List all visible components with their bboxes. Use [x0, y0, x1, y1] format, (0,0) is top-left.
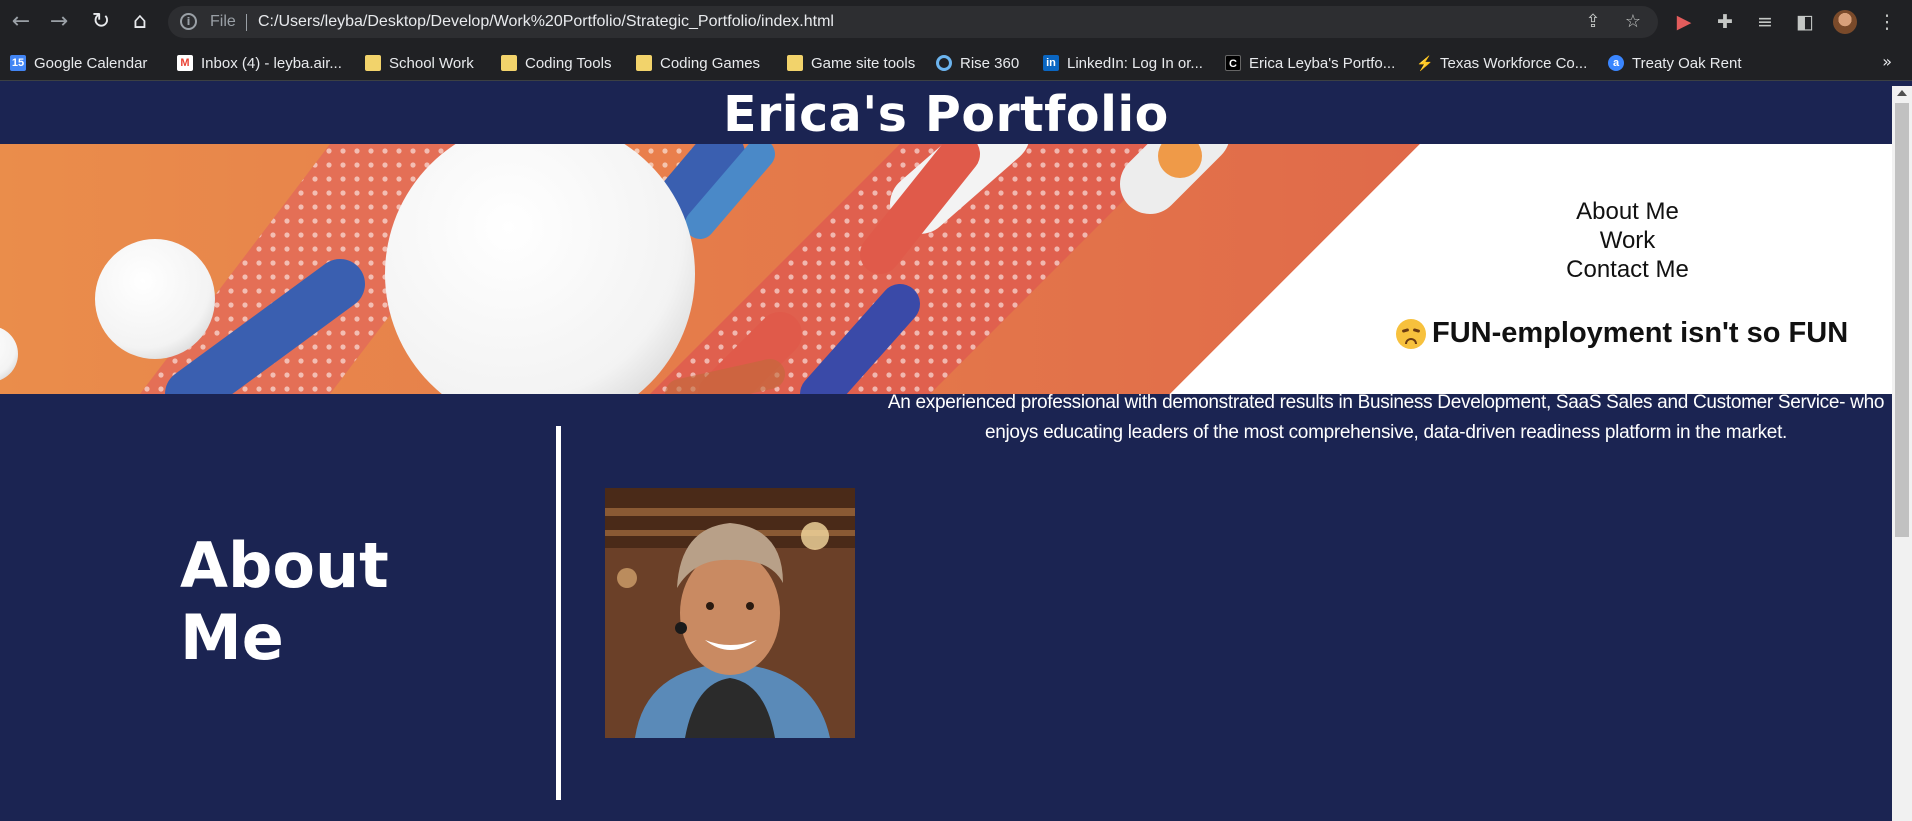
main-nav: About Me Work Contact Me: [1520, 197, 1735, 284]
bookmark-star-icon[interactable]: ☆: [1622, 11, 1644, 33]
home-icon[interactable]: ⌂: [127, 9, 153, 35]
nav-work[interactable]: Work: [1520, 226, 1735, 255]
scrollbar-thumb[interactable]: [1895, 103, 1909, 537]
reload-icon[interactable]: ↻: [88, 9, 114, 35]
bookmark-label: LinkedIn: Log In or...: [1067, 54, 1203, 72]
bookmarks-bar: 15 Google Calendar M Inbox (4) - leyba.a…: [0, 44, 1912, 81]
bookmark-texas-workforce[interactable]: ⚡ Texas Workforce Co...: [1416, 53, 1587, 73]
side-panel-icon[interactable]: ◧: [1792, 9, 1818, 35]
info-icon[interactable]: i: [180, 13, 197, 30]
about-bio: An experienced professional with demonst…: [887, 392, 1885, 443]
bookmark-treaty-oak[interactable]: a Treaty Oak Rent: [1608, 53, 1741, 73]
codepen-icon: C: [1225, 55, 1241, 71]
profile-photo-image: [605, 488, 855, 738]
address-bar[interactable]: i File C:/Users/leyba/Desktop/Develop/Wo…: [168, 6, 1658, 38]
bookmark-erica-portfolio[interactable]: C Erica Leyba's Portfo...: [1225, 53, 1395, 73]
bookmark-label: Google Calendar: [34, 54, 148, 72]
bookmark-label: Texas Workforce Co...: [1440, 54, 1588, 72]
nav-about-me[interactable]: About Me: [1520, 197, 1735, 226]
bookmark-google-calendar[interactable]: 15 Google Calendar: [10, 53, 147, 73]
bookmark-coding-games[interactable]: Coding Games: [636, 53, 760, 73]
profile-photo: [605, 488, 855, 738]
header-banner: About Me Work Contact Me FUN-employment …: [0, 144, 1892, 394]
url-text[interactable]: C:/Users/leyba/Desktop/Develop/Work%20Po…: [258, 13, 834, 31]
page-content: Erica's Portfolio About Me Work Contact …: [0, 86, 1892, 821]
more-bookmarks-chevron-icon[interactable]: »: [1882, 52, 1892, 71]
folder-icon: [365, 55, 381, 71]
url-scheme-label: File: [210, 13, 236, 30]
bookmark-linkedin[interactable]: in LinkedIn: Log In or...: [1043, 53, 1203, 73]
bookmark-label: Game site tools: [811, 54, 916, 72]
bookmark-label: Inbox (4) - leyba.air...: [201, 54, 342, 72]
linkedin-icon: in: [1043, 55, 1059, 71]
extensions-puzzle-icon[interactable]: ✚: [1712, 9, 1738, 35]
page-scrollbar[interactable]: [1892, 86, 1912, 821]
folder-icon: [501, 55, 517, 71]
extension-video-icon[interactable]: ▶: [1671, 9, 1697, 35]
bookmark-school-work[interactable]: School Work: [365, 53, 474, 73]
bookmark-label: Erica Leyba's Portfo...: [1249, 54, 1396, 72]
browser-toolbar: ← → ↻ ⌂ i File C:/Users/leyba/Desktop/De…: [0, 0, 1912, 44]
profile-avatar[interactable]: [1833, 10, 1857, 34]
about-me-heading: About Me: [180, 530, 389, 674]
treaty-oak-icon: a: [1608, 55, 1624, 71]
url-separator: [246, 14, 247, 31]
rise-icon: [936, 55, 952, 71]
nav-contact-me[interactable]: Contact Me: [1520, 255, 1735, 284]
tagline-text: FUN-employment isn't so FUN: [1432, 317, 1849, 349]
about-heading-line2: Me: [180, 601, 284, 674]
tagline: FUN-employment isn't so FUN: [1396, 317, 1848, 350]
bookmark-coding-tools[interactable]: Coding Tools: [501, 53, 611, 73]
bookmark-label: Coding Games: [660, 54, 761, 72]
bookmark-rise-360[interactable]: Rise 360: [936, 53, 1019, 73]
about-heading-line1: About: [180, 529, 389, 602]
share-icon[interactable]: ⇪: [1582, 11, 1604, 33]
bookmark-inbox[interactable]: M Inbox (4) - leyba.air...: [177, 53, 342, 73]
bookmark-label: Treaty Oak Rent: [1632, 54, 1742, 72]
bolt-icon: ⚡: [1416, 55, 1434, 71]
forward-arrow-icon[interactable]: →: [46, 9, 72, 35]
banner-artwork: [0, 144, 1420, 394]
calendar-icon: 15: [10, 55, 26, 71]
scroll-up-arrow-icon[interactable]: [1897, 90, 1907, 96]
bookmark-label: School Work: [389, 54, 474, 72]
reading-list-icon[interactable]: ≡: [1752, 9, 1778, 35]
sad-face-emoji-icon: [1396, 318, 1426, 349]
bookmark-label: Rise 360: [960, 54, 1020, 72]
folder-icon: [787, 55, 803, 71]
folder-icon: [636, 55, 652, 71]
bookmark-game-site-tools[interactable]: Game site tools: [787, 53, 915, 73]
bookmark-label: Coding Tools: [525, 54, 612, 72]
back-arrow-icon[interactable]: ←: [8, 9, 34, 35]
gmail-icon: M: [177, 55, 193, 71]
menu-kebab-icon[interactable]: ⋮: [1874, 9, 1900, 35]
vertical-divider: [556, 426, 561, 800]
site-title: Erica's Portfolio: [723, 86, 1169, 143]
